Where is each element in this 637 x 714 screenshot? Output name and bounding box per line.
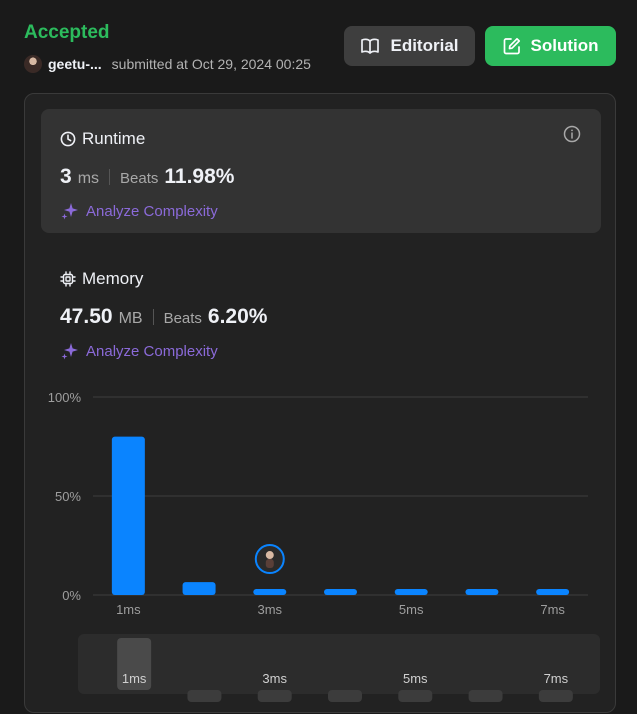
y-tick-label: 100% bbox=[48, 390, 82, 405]
solution-button[interactable]: Solution bbox=[485, 26, 616, 66]
avatar[interactable] bbox=[24, 55, 42, 73]
scrubber-bar bbox=[257, 690, 292, 702]
submission-meta: geetu-... submitted at Oct 29, 2024 00:2… bbox=[24, 54, 311, 74]
editorial-label: Editorial bbox=[390, 36, 459, 55]
solution-label: Solution bbox=[530, 36, 599, 55]
x-tick-label: 1ms bbox=[116, 602, 141, 617]
submission-header: Accepted geetu-... submitted at Oct 29, … bbox=[0, 0, 637, 90]
user-avatar-body bbox=[265, 559, 274, 569]
y-tick-label: 50% bbox=[55, 489, 81, 504]
chart-bar[interactable] bbox=[394, 589, 428, 595]
x-tick-label: 7ms bbox=[540, 602, 565, 617]
edit-icon bbox=[503, 37, 520, 55]
y-tick-label: 0% bbox=[62, 588, 81, 603]
result-panel: Runtime 3 ms Beats 11.98% Analyze Comple… bbox=[24, 93, 616, 713]
x-tick-label: 5ms bbox=[399, 602, 424, 617]
status-accepted: Accepted bbox=[24, 22, 110, 43]
scrubber-bar bbox=[468, 690, 503, 702]
user-avatar-head bbox=[265, 551, 274, 560]
chart-bar[interactable] bbox=[324, 589, 357, 595]
scrubber-bar bbox=[398, 690, 433, 702]
chart-bar[interactable] bbox=[465, 589, 499, 595]
book-icon bbox=[361, 38, 380, 54]
x-tick-label: 3ms bbox=[258, 602, 283, 617]
chart-bar[interactable] bbox=[253, 589, 287, 595]
submitted-time: submitted at Oct 29, 2024 00:25 bbox=[111, 56, 311, 72]
chart-bar[interactable] bbox=[182, 582, 216, 595]
chart-bar[interactable] bbox=[536, 589, 570, 595]
chart-bar[interactable] bbox=[111, 436, 145, 595]
scrubber-bar bbox=[187, 690, 222, 702]
scrubber-bar bbox=[538, 690, 573, 702]
scrubber-bar bbox=[328, 690, 362, 702]
username-link[interactable]: geetu-... bbox=[48, 56, 102, 72]
editorial-button[interactable]: Editorial bbox=[344, 26, 475, 66]
runtime-distribution-chart: 100%50%0%1ms 3ms 5ms 7ms1ms 3ms 5ms 7ms bbox=[48, 390, 588, 702]
